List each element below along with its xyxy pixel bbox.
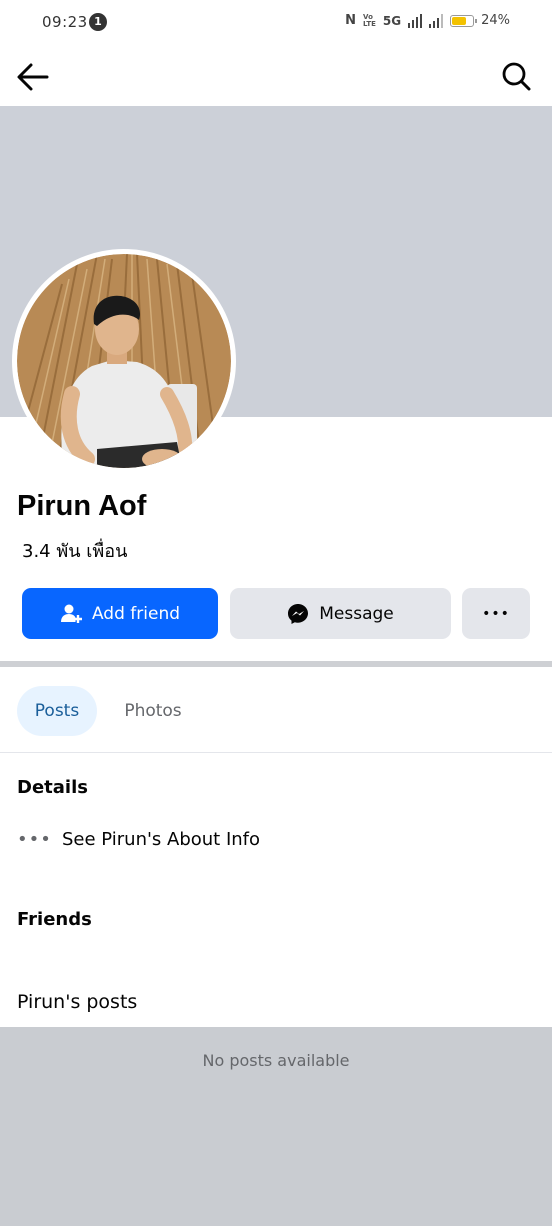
status-icons: N Vo LTE 5G 24%: [345, 13, 510, 28]
notification-badge: 1: [89, 13, 107, 31]
volte-icon: Vo LTE: [363, 12, 376, 28]
search-icon: [502, 62, 531, 91]
signal-icon: [408, 13, 423, 28]
friends-heading: Friends: [17, 909, 92, 930]
top-nav-bar: [0, 46, 552, 106]
search-button[interactable]: [500, 60, 532, 92]
profile-photo: [17, 254, 231, 468]
battery-level: 24%: [481, 13, 510, 28]
friends-count[interactable]: 3.4 พัน เพื่อน: [22, 536, 127, 565]
about-info-label: See Pirun's About Info: [62, 828, 261, 850]
profile-avatar[interactable]: [12, 249, 236, 473]
nfc-icon: N: [345, 13, 357, 28]
arrow-left-icon: [17, 63, 49, 91]
status-bar: 09:23 1 N Vo LTE 5G 24%: [0, 0, 552, 46]
status-time: 09:23: [42, 13, 88, 31]
tab-posts[interactable]: Posts: [17, 686, 97, 736]
add-person-icon: [60, 603, 82, 625]
tab-photos[interactable]: Photos: [110, 686, 196, 736]
message-button[interactable]: Message: [230, 588, 451, 639]
section-divider: [0, 661, 552, 667]
add-friend-label: Add friend: [91, 603, 181, 624]
message-label: Message: [319, 603, 394, 624]
add-friend-button[interactable]: Add friend: [22, 588, 218, 639]
about-info-link[interactable]: ••• See Pirun's About Info: [17, 822, 260, 856]
empty-posts-message: No posts available: [202, 1051, 350, 1070]
signal-icon-2: [429, 13, 444, 28]
profile-name: Pirun Aof: [17, 490, 147, 522]
details-heading: Details: [17, 777, 88, 798]
messenger-icon: [287, 603, 309, 625]
back-button[interactable]: [14, 60, 52, 94]
network-type: 5G: [382, 13, 402, 28]
more-dots-icon: •••: [482, 605, 510, 622]
more-options-button[interactable]: •••: [462, 588, 530, 639]
more-dots-icon: •••: [17, 828, 52, 850]
tabs-divider: [0, 752, 552, 753]
posts-heading: Pirun's posts: [17, 991, 138, 1013]
battery-icon: [450, 14, 478, 27]
